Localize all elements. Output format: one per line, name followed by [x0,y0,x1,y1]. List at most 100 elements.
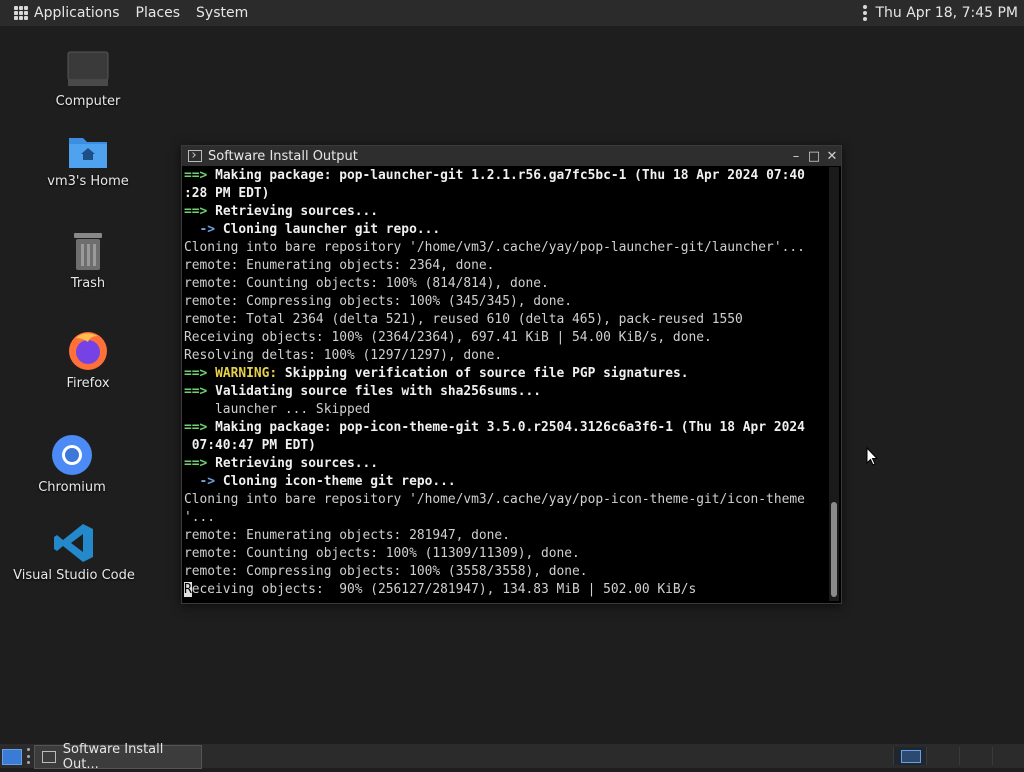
line-text: Cloning into bare repository '/home/vm3/… [184,492,805,507]
line-text: remote: Enumerating objects: 2364, done. [184,258,495,273]
scrollbar-thumb[interactable] [831,502,837,597]
step-arrow: ==> [184,168,208,183]
computer-icon [67,51,109,86]
menu-places[interactable]: Places [136,5,181,21]
vscode-icon [54,524,93,562]
mouse-pointer-icon [866,447,878,466]
window-titlebar[interactable]: Software Install Output – □ ✕ [182,146,841,166]
terminal-line: ==> WARNING: Skipping verification of so… [184,365,824,383]
substep-arrow: -> [184,474,216,489]
line-text: Receiving objects: 100% (2364/2364), 697… [184,330,712,345]
terminal-line: remote: Compressing objects: 100% (3558/… [184,563,824,581]
workspace-2[interactable] [926,747,959,765]
applications-grid-icon[interactable] [14,6,28,20]
window-title: Software Install Output [208,148,358,164]
terminal-line: -> Cloning launcher git repo... [184,221,824,239]
workspace-3[interactable] [959,747,992,765]
menu-system[interactable]: System [196,5,248,21]
maximize-button[interactable]: □ [805,147,823,165]
desktop-icon-label: Firefox [66,376,110,391]
terminal-output[interactable]: ==> Making package: pop-launcher-git 1.2… [184,167,824,601]
line-text: Making package: pop-icon-theme-git 3.5.0… [215,420,805,435]
line-text: remote: Total 2364 (delta 521), reused 6… [184,312,743,327]
line-text: remote: Compressing objects: 100% (345/3… [184,294,573,309]
workspace-window-preview [901,750,921,763]
workspace-1[interactable] [893,747,926,765]
line-text: Cloning launcher git repo... [222,222,441,237]
desktop-icon-chromium[interactable]: Chromium [32,434,112,495]
desktop-icon-computer[interactable]: Computer [48,50,128,109]
line-text: Validating source files with sha256sums.… [215,384,542,399]
bottom-panel: Software Install Out... [0,742,1024,772]
desktop-icon-label: Chromium [38,480,106,495]
step-arrow: ==> [184,420,208,435]
terminal-cursor: R [184,582,192,597]
terminal-icon [42,751,56,763]
firefox-icon [69,332,107,370]
terminal-line: Resolving deltas: 100% (1297/1297), done… [184,347,824,365]
desktop-icon-label: Computer [55,94,121,109]
terminal-icon [188,150,202,162]
terminal-line: -> Cloning icon-theme git repo... [184,473,824,491]
terminal-line: remote: Counting objects: 100% (814/814)… [184,275,824,293]
desktop-icon-home[interactable]: vm3's Home [44,132,132,189]
line-text: Skipping verification of source file PGP… [277,366,689,381]
desktop-icon-label: vm3's Home [47,174,129,189]
terminal-line: Cloning into bare repository '/home/vm3/… [184,491,824,509]
workspace-4[interactable] [992,747,1024,765]
panel-menu-icon[interactable] [863,5,868,21]
terminal-line: launcher ... Skipped [184,401,824,419]
line-text: Receiving objects: 90% (256127/281947), … [184,582,697,597]
terminal-line: '... [184,509,824,527]
terminal-line: Cloning into bare repository '/home/vm3/… [184,239,824,257]
warning-label: WARNING: [215,366,278,381]
terminal-line: remote: Compressing objects: 100% (345/3… [184,293,824,311]
step-arrow: ==> [184,384,208,399]
terminal-line: ==> Retrieving sources... [184,203,824,221]
line-text: '... [184,510,216,525]
line-text: Retrieving sources... [215,204,379,219]
menu-applications[interactable]: Applications [34,5,120,21]
chromium-icon [52,435,92,475]
desktop-icon-vscode[interactable]: Visual Studio Code [13,522,135,583]
software-install-output-window: Software Install Output – □ ✕ ==> Making… [181,145,842,604]
terminal-line: remote: Enumerating objects: 2364, done. [184,257,824,275]
terminal-line: Receiving objects: 100% (2364/2364), 697… [184,329,824,347]
desktop-icon-trash[interactable]: Trash [48,230,128,291]
terminal-line: remote: Counting objects: 100% (11309/11… [184,545,824,563]
terminal-line: Receiving objects: 90% (256127/281947), … [184,581,824,599]
line-text: Resolving deltas: 100% (1297/1297), done… [184,348,503,363]
substep-arrow: -> [184,222,216,237]
line-text: Cloning into bare repository '/home/vm3/… [184,240,805,255]
step-arrow: ==> [184,366,208,381]
top-panel: Applications Places System Thu Apr 18, 7… [0,0,1024,26]
terminal-scrollbar[interactable] [829,167,839,601]
panel-handle-icon[interactable] [27,748,31,764]
desktop-icon-label: Trash [70,276,106,291]
minimize-button[interactable]: – [787,147,805,165]
terminal-line: 07:40:47 PM EDT) [184,437,824,455]
line-text: remote: Enumerating objects: 281947, don… [184,528,510,543]
trash-icon [74,233,102,270]
terminal-line: ==> Making package: pop-icon-theme-git 3… [184,419,824,437]
line-text: remote: Counting objects: 100% (11309/11… [184,546,580,561]
line-text: Retrieving sources... [215,456,379,471]
terminal-line: ==> Retrieving sources... [184,455,824,473]
close-button[interactable]: ✕ [823,147,841,165]
line-text: :28 PM EDT) [184,186,270,201]
clock[interactable]: Thu Apr 18, 7:45 PM [875,5,1018,21]
step-arrow: ==> [184,456,208,471]
line-text: Making package: pop-launcher-git 1.2.1.r… [215,168,805,183]
line-text: remote: Compressing objects: 100% (3558/… [184,564,588,579]
taskbar-button-software-install-output[interactable]: Software Install Out... [34,742,202,772]
line-text: launcher ... Skipped [184,402,371,417]
desktop-icon-label: Visual Studio Code [13,568,135,583]
line-text: 07:40:47 PM EDT) [184,438,316,453]
show-desktop-button[interactable] [2,749,22,765]
desktop-icon-firefox[interactable]: Firefox [48,328,128,391]
step-arrow: ==> [184,204,208,219]
terminal-line: remote: Total 2364 (delta 521), reused 6… [184,311,824,329]
terminal-line: ==> Making package: pop-launcher-git 1.2… [184,167,824,185]
terminal-line: remote: Enumerating objects: 281947, don… [184,527,824,545]
line-text: Cloning icon-theme git repo... [222,474,456,489]
